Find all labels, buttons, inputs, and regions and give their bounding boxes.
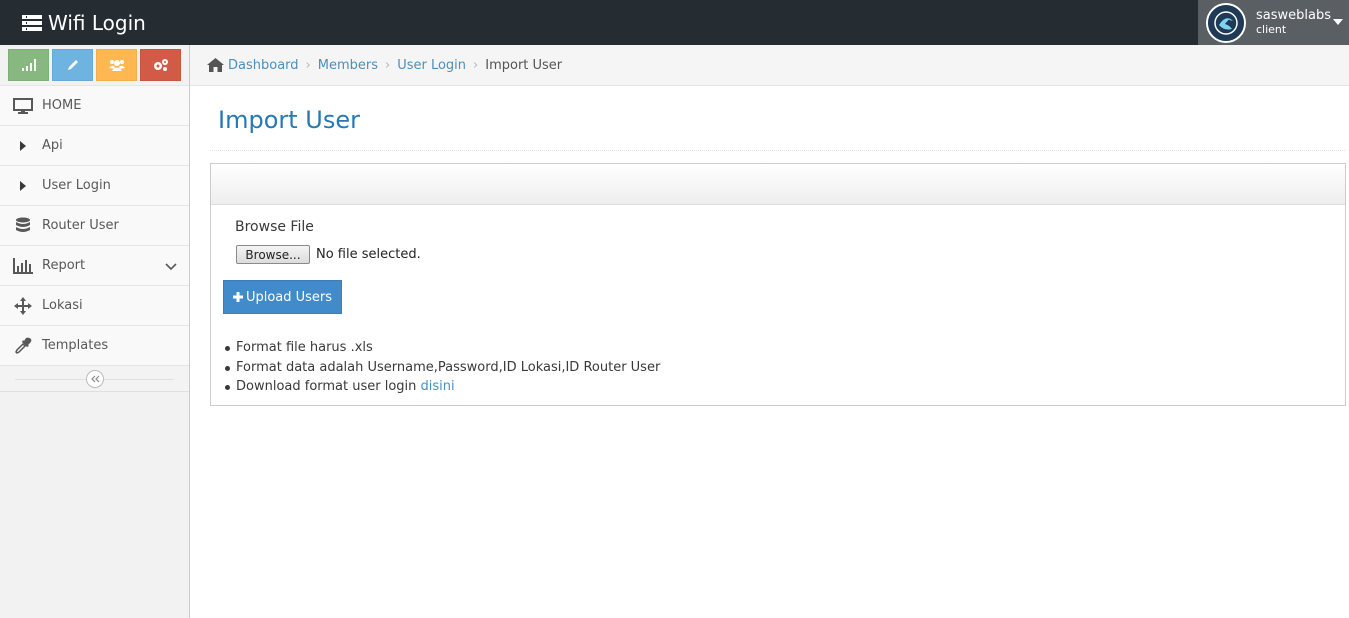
shortcut-pencil-button[interactable] xyxy=(52,49,93,81)
app-title: Wifi Login xyxy=(48,11,146,35)
caret-right-icon xyxy=(12,136,34,156)
avatar xyxy=(1206,2,1246,43)
caret-down-icon xyxy=(1333,19,1343,25)
sidebar-item-label: HOME xyxy=(42,98,82,113)
page-title: Import User xyxy=(218,106,360,134)
breadcrumb-separator: › xyxy=(384,57,391,73)
upload-users-label: Upload Users xyxy=(245,289,333,305)
sidebar-item-label: Router User xyxy=(42,218,119,233)
widget-header xyxy=(211,164,1345,205)
user-info: sasweblabs client xyxy=(1256,7,1331,37)
plus-icon xyxy=(232,292,243,302)
sidebar-item-label: Templates xyxy=(42,338,109,353)
list-icon xyxy=(22,15,42,31)
desktop-icon xyxy=(12,96,34,116)
user-name: sasweblabs xyxy=(1256,7,1331,23)
group-icon xyxy=(108,60,125,71)
breadcrumb-separator: › xyxy=(473,57,479,73)
page-header: Import User xyxy=(210,100,1345,151)
signal-icon xyxy=(21,59,36,71)
top-navbar: Wifi Login sasweblabs client xyxy=(0,0,1349,45)
move-icon xyxy=(12,296,34,316)
file-status: No file selected. xyxy=(316,247,421,262)
shortcut-cogs-button[interactable] xyxy=(140,49,181,81)
sidebar-item-label: Api xyxy=(42,138,63,153)
list-item: Download format user login disini xyxy=(225,377,660,397)
double-chevron-left-icon xyxy=(91,375,100,383)
list-item: Format data adalah Username,Password,ID … xyxy=(225,358,660,378)
cogs-icon xyxy=(153,59,168,71)
user-role: client xyxy=(1256,22,1287,36)
sidebar-shortcuts xyxy=(0,45,189,85)
brand[interactable]: Wifi Login xyxy=(22,10,146,36)
browse-button[interactable]: Browse... xyxy=(236,245,310,264)
breadcrumb-separator: › xyxy=(305,57,311,73)
shortcut-group-button[interactable] xyxy=(96,49,137,81)
sidebar-item-lokasi[interactable]: Lokasi xyxy=(0,286,189,326)
download-note-text: Download format user login xyxy=(236,379,421,394)
breadcrumb-members[interactable]: Members xyxy=(318,58,378,73)
sidebar-item-templates[interactable]: Templates xyxy=(0,326,189,366)
breadcrumb-active: Import User xyxy=(485,57,563,73)
notes-list: Format file harus .xls Format data adala… xyxy=(225,338,660,397)
sidebar-item-report[interactable]: Report xyxy=(0,246,189,286)
caret-right-icon xyxy=(12,176,34,196)
chevron-down-icon xyxy=(165,260,177,275)
sidebar-item-label: Lokasi xyxy=(42,298,83,313)
pencil-icon xyxy=(67,60,78,70)
sidebar-item-label: User Login xyxy=(42,178,111,193)
sidebar-item-user-login[interactable]: User Login xyxy=(0,166,189,206)
browse-file-label: Browse File xyxy=(235,219,314,235)
sidebar-collapse-button[interactable] xyxy=(86,370,104,388)
sidebar-item-api[interactable]: Api xyxy=(0,126,189,166)
download-format-link[interactable]: disini xyxy=(421,379,455,394)
database-icon xyxy=(12,216,34,236)
shortcut-signal-button[interactable] xyxy=(8,49,49,81)
list-item: Format file harus .xls xyxy=(225,338,660,358)
sidebar-nav: HOME Api User Login Router User Report L… xyxy=(0,85,189,366)
sidebar-item-label: Report xyxy=(42,258,86,273)
upload-users-button[interactable]: Upload Users xyxy=(223,280,342,314)
bar-chart-icon xyxy=(12,256,34,276)
user-menu[interactable]: sasweblabs client xyxy=(1198,0,1349,45)
breadcrumb-dashboard[interactable]: Dashboard xyxy=(228,58,299,73)
import-widget: Browse File Browse... No file selected. … xyxy=(210,163,1346,406)
sidebar-collapse xyxy=(0,366,189,392)
home-icon xyxy=(207,58,224,72)
sidebar-item-home[interactable]: HOME xyxy=(0,86,189,126)
breadcrumb: Dashboard › Members › User Login › Impor… xyxy=(190,45,1349,86)
eyedropper-icon xyxy=(12,336,34,356)
file-input: Browse... No file selected. xyxy=(236,245,421,264)
sidebar-item-router-user[interactable]: Router User xyxy=(0,206,189,246)
breadcrumb-user-login[interactable]: User Login xyxy=(397,58,466,73)
sidebar: HOME Api User Login Router User Report L… xyxy=(0,45,190,618)
